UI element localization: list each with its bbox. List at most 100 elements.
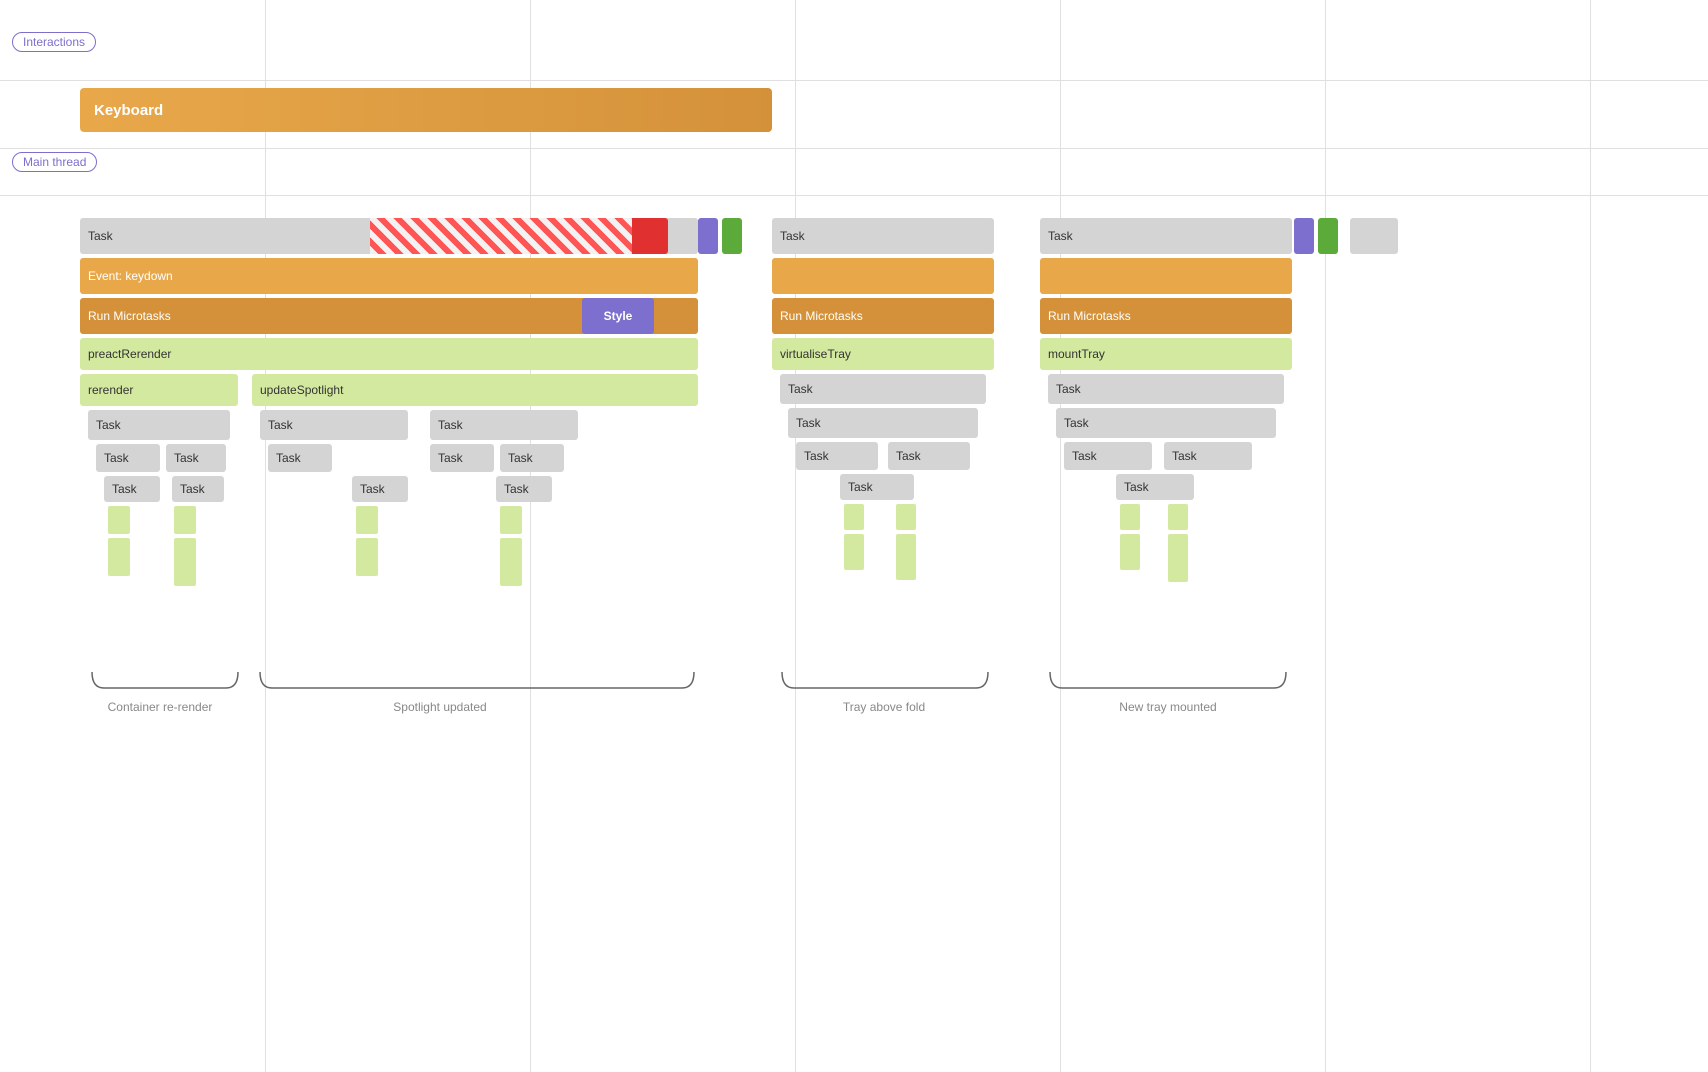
task-mid-label-1: Task xyxy=(780,229,805,243)
container-rerender-label: Container re-render xyxy=(60,700,260,714)
green-mid-3 xyxy=(844,534,864,570)
task-sp-sub-1: Task xyxy=(268,444,332,472)
task-mid-1: Task xyxy=(772,218,994,254)
main-thread-badge[interactable]: Main thread xyxy=(12,152,97,172)
preact-rerender-block: preactRerender xyxy=(80,338,698,370)
bracket-tray-above-fold xyxy=(774,668,996,692)
task-sp-label-1: Task xyxy=(268,418,293,432)
run-microtasks-label-1: Run Microtasks xyxy=(88,309,171,323)
task-vt-label-2: Task xyxy=(796,416,821,430)
task-mt-1: Task xyxy=(1048,374,1284,404)
interactions-label: Interactions xyxy=(12,32,96,52)
green-cascade-4 xyxy=(174,538,196,586)
task-vt-sub-label-2: Task xyxy=(896,449,921,463)
bracket-new-tray-mounted xyxy=(1042,668,1294,692)
event-keydown-label: Event: keydown xyxy=(88,269,173,283)
task-sub-label-2: Task xyxy=(174,451,199,465)
bracket-container-rerender xyxy=(84,668,246,692)
task-mt-sub-label-1: Task xyxy=(1072,449,1097,463)
task-vt-sub-label-1: Task xyxy=(804,449,829,463)
task-sp-sub-4: Task xyxy=(500,444,564,472)
task-mt-sub-1: Task xyxy=(1064,442,1152,470)
event-keydown-block: Event: keydown xyxy=(80,258,698,294)
task-re-1: Task xyxy=(88,410,230,440)
style-button[interactable]: Style xyxy=(582,298,654,334)
task-hatched xyxy=(370,218,632,254)
green-cascade-3 xyxy=(108,538,130,576)
green-mid-4 xyxy=(896,534,916,580)
spotlight-updated-label: Spotlight updated xyxy=(340,700,540,714)
task-far-1: Task xyxy=(1040,218,1292,254)
task-gray-far xyxy=(1350,218,1398,254)
bracket-spotlight-updated xyxy=(252,668,702,692)
mount-tray-label: mountTray xyxy=(1048,347,1105,361)
run-microtasks-label-2: Run Microtasks xyxy=(780,309,863,323)
task-vt-deep-1: Task xyxy=(840,474,914,500)
green-sp-2 xyxy=(356,538,378,576)
run-microtasks-block-2: Run Microtasks xyxy=(772,298,994,334)
task-vt-1: Task xyxy=(780,374,986,404)
run-microtasks-label-3: Run Microtasks xyxy=(1048,309,1131,323)
task-sp-deep-label-1: Task xyxy=(360,482,385,496)
task-vt-sub-2: Task xyxy=(888,442,970,470)
keyboard-label: Keyboard xyxy=(94,102,163,119)
task-deep-label-2: Task xyxy=(180,482,205,496)
task-vt-label-1: Task xyxy=(788,382,813,396)
task-sp-sub-label-3: Task xyxy=(438,451,463,465)
task-red-end xyxy=(632,218,668,254)
green-sp-4 xyxy=(500,538,522,586)
task-deep-2: Task xyxy=(172,476,224,502)
task-sub-2: Task xyxy=(166,444,226,472)
green-far-2 xyxy=(1168,504,1188,530)
green-mid-2 xyxy=(896,504,916,530)
task-mt-deep-label-1: Task xyxy=(1124,480,1149,494)
rerender-block: rerender xyxy=(80,374,238,406)
update-spotlight-block: updateSpotlight xyxy=(252,374,698,406)
task-far-label-1: Task xyxy=(1048,229,1073,243)
task-sp-deep-1: Task xyxy=(352,476,408,502)
virtualise-tray-label: virtualiseTray xyxy=(780,347,851,361)
task-sp-deep-label-3: Task xyxy=(504,482,529,496)
green-small-2 xyxy=(1318,218,1338,254)
task-mt-deep-1: Task xyxy=(1116,474,1194,500)
green-cascade-1 xyxy=(108,506,130,534)
task-mt-2: Task xyxy=(1056,408,1276,438)
new-tray-mounted-label: New tray mounted xyxy=(1040,700,1296,714)
green-sp-3 xyxy=(500,506,522,534)
task-deep-label-1: Task xyxy=(112,482,137,496)
green-cascade-2 xyxy=(174,506,196,534)
task-sp-sub-3: Task xyxy=(430,444,494,472)
event-far xyxy=(1040,258,1292,294)
style-label: Style xyxy=(604,309,633,323)
virtualise-tray-block: virtualiseTray xyxy=(772,338,994,370)
task-sp-sub-label-4: Task xyxy=(508,451,533,465)
page: Interactions Keyboard Main thread Task E… xyxy=(0,0,1708,1072)
task-deep-1: Task xyxy=(104,476,160,502)
task-re-label-1: Task xyxy=(96,418,121,432)
task-sub-label-1: Task xyxy=(104,451,129,465)
purple-small-1 xyxy=(698,218,718,254)
task-vt-sub-1: Task xyxy=(796,442,878,470)
green-far-1 xyxy=(1120,504,1140,530)
green-mid-1 xyxy=(844,504,864,530)
task-sp-2: Task xyxy=(430,410,578,440)
task-sp-sub-label-1: Task xyxy=(276,451,301,465)
task-sp-label-2: Task xyxy=(438,418,463,432)
task-mt-sub-label-2: Task xyxy=(1172,449,1197,463)
keyboard-bar: Keyboard xyxy=(80,88,772,132)
green-small-1 xyxy=(722,218,742,254)
interactions-badge[interactable]: Interactions xyxy=(12,32,96,52)
rerender-label: rerender xyxy=(88,383,133,397)
run-microtasks-block-3: Run Microtasks xyxy=(1040,298,1292,334)
task-mt-label-1: Task xyxy=(1056,382,1081,396)
task-label-1: Task xyxy=(88,229,113,243)
green-far-4 xyxy=(1168,534,1188,582)
task-sub-1: Task xyxy=(96,444,160,472)
mount-tray-block: mountTray xyxy=(1040,338,1292,370)
task-mt-sub-2: Task xyxy=(1164,442,1252,470)
task-vt-deep-label-1: Task xyxy=(848,480,873,494)
preact-rerender-label: preactRerender xyxy=(88,347,171,361)
task-sp-deep-3: Task xyxy=(496,476,552,502)
task-mt-label-2: Task xyxy=(1064,416,1089,430)
event-mid xyxy=(772,258,994,294)
